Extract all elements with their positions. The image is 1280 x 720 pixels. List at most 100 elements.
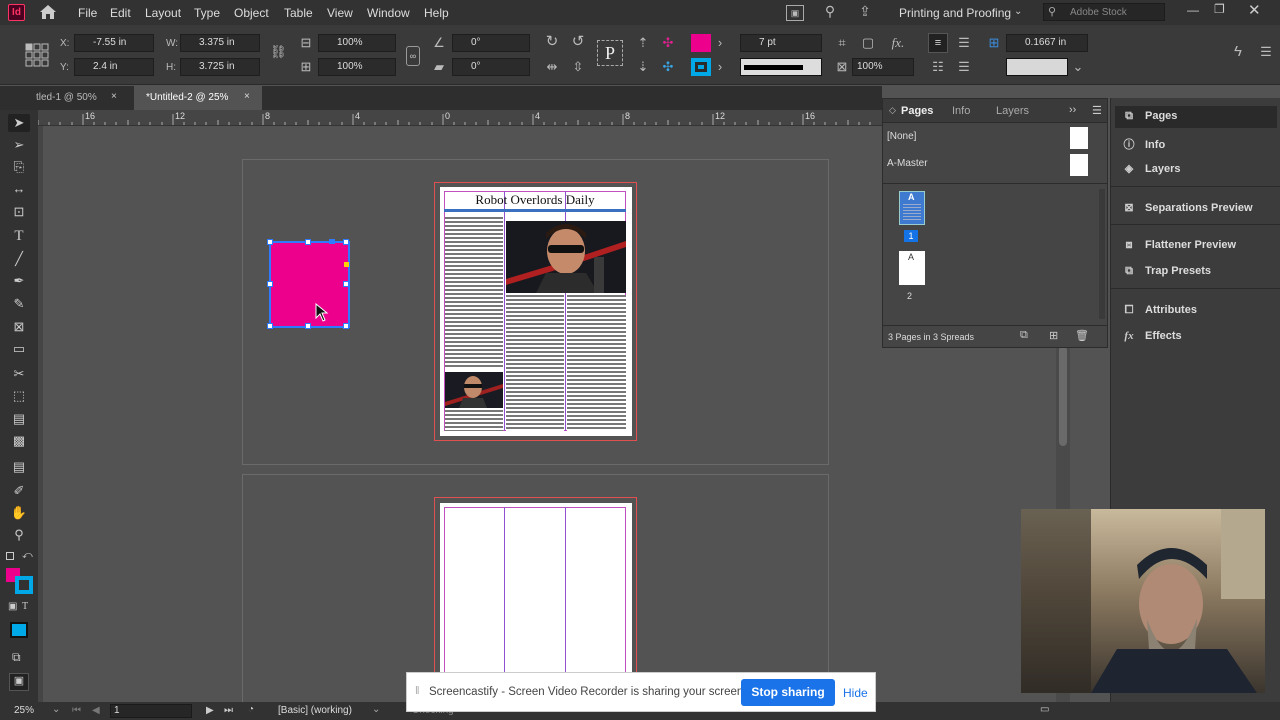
opacity-field[interactable]: 100% xyxy=(852,58,914,76)
menu-file[interactable]: File xyxy=(78,6,97,20)
path-reference-icon[interactable]: P xyxy=(597,40,623,66)
expand-panels-icon[interactable]: ›› xyxy=(1069,104,1076,116)
master-none[interactable]: [None] xyxy=(887,131,916,142)
screen-mode-icon[interactable]: ▣ xyxy=(9,673,29,691)
x-field[interactable]: -7.55 in xyxy=(74,34,154,52)
lightning-icon[interactable]: ϟ xyxy=(1230,44,1246,59)
pen-tool-icon[interactable]: ✒ xyxy=(8,272,30,290)
dock-layers[interactable]: ◈ Layers xyxy=(1121,158,1276,180)
scroll-thumb[interactable] xyxy=(1059,346,1067,446)
type-tool-icon[interactable]: T xyxy=(8,227,30,245)
rotate-cw-icon[interactable]: ↻ xyxy=(544,34,560,49)
flip-vertical-icon[interactable]: ⇳ xyxy=(570,60,586,74)
view-mode-icon[interactable]: ⧉ xyxy=(12,650,21,665)
hand-tool-icon[interactable]: ✋ xyxy=(8,504,30,522)
page-2-thumbnail[interactable]: A xyxy=(899,251,925,285)
y-field[interactable]: 2.4 in xyxy=(74,58,154,76)
chevron-down-icon[interactable]: ⌄ xyxy=(1072,60,1084,74)
selection-handle[interactable] xyxy=(305,323,311,329)
selection-handle[interactable] xyxy=(343,323,349,329)
page-1-thumbnail[interactable]: A xyxy=(899,191,925,225)
fx-icon[interactable]: fx. xyxy=(888,36,908,50)
fill-menu-chevron-icon[interactable]: › xyxy=(714,36,726,50)
page-view-icon[interactable]: ▭ xyxy=(1040,704,1049,715)
close-icon[interactable]: ✕ xyxy=(1248,1,1261,19)
rotate-ccw-icon[interactable]: ↺ xyxy=(570,34,586,49)
select-next-icon[interactable]: ✣ xyxy=(660,60,676,74)
rectangle-tool-icon[interactable]: ▭ xyxy=(8,340,30,358)
stroke-swatch[interactable] xyxy=(691,58,711,76)
next-page-icon[interactable]: ▶ xyxy=(206,705,214,716)
menu-view[interactable]: View xyxy=(327,6,353,20)
align-center-icon[interactable]: ☰ xyxy=(956,36,972,50)
drag-handle-icon[interactable]: ‖ xyxy=(415,685,420,697)
selection-handle[interactable] xyxy=(343,239,349,245)
text-column[interactable] xyxy=(445,410,503,431)
gap-tool-icon[interactable]: ↔ xyxy=(8,180,30,198)
text-column[interactable] xyxy=(445,217,503,367)
crop-icon[interactable]: ⌗ xyxy=(834,36,850,50)
chevron-down-icon[interactable]: ⌄ xyxy=(52,704,60,715)
scale-x-field[interactable]: 100% xyxy=(318,34,396,52)
panel-menu-icon[interactable]: ☰ xyxy=(1092,104,1102,117)
stroke-menu-chevron-icon[interactable]: › xyxy=(714,60,726,74)
dock-separations-preview[interactable]: ⊠ Separations Preview xyxy=(1121,197,1276,219)
default-colors-icon[interactable] xyxy=(6,552,14,560)
page-1-number[interactable]: 1 xyxy=(904,230,918,242)
page-size-icon[interactable]: ⧉ xyxy=(1020,329,1028,342)
selection-handle[interactable] xyxy=(343,281,349,287)
close-tab-icon[interactable]: × xyxy=(111,91,117,102)
gutter-field[interactable]: 0.1667 in xyxy=(1006,34,1088,52)
stroke-type-select[interactable] xyxy=(740,58,822,76)
page-tool-icon[interactable]: ⎘ xyxy=(8,158,30,176)
selection-handle[interactable] xyxy=(267,281,273,287)
object-style-select[interactable] xyxy=(1006,58,1068,76)
dock-pages[interactable]: ⧉ Pages xyxy=(1121,106,1276,128)
delete-page-icon[interactable]: 🗑 xyxy=(1075,329,1089,342)
share-icon[interactable]: ⇪ xyxy=(856,4,874,18)
horizontal-ruler[interactable]: 16 12 8 4 0 4 8 12 16 xyxy=(38,110,882,126)
stroke-weight-field[interactable]: 7 pt xyxy=(740,34,822,52)
menu-object[interactable]: Object xyxy=(234,6,269,20)
select-previous-icon[interactable]: ✣ xyxy=(660,36,676,50)
tab-untitled-1[interactable]: tled-1 @ 50% × xyxy=(36,86,132,110)
frame-fitting-icon[interactable]: ▢ xyxy=(860,36,876,50)
new-page-icon[interactable]: ⊞ xyxy=(1049,329,1058,342)
master-none-thumbnail[interactable] xyxy=(1070,127,1088,149)
menu-layout[interactable]: Layout xyxy=(145,6,181,20)
menu-help[interactable]: Help xyxy=(424,6,449,20)
zoom-level[interactable]: 25% xyxy=(14,705,34,716)
align-bottom-icon[interactable]: ☷ xyxy=(930,60,946,74)
pencil-tool-icon[interactable]: ✎ xyxy=(8,295,30,313)
text-column[interactable] xyxy=(506,295,564,431)
dock-attributes[interactable]: ⧠ Attributes xyxy=(1121,300,1276,322)
screen-mode-icon[interactable]: ▣ xyxy=(786,5,804,21)
constrain-link-icon[interactable]: ⛓ xyxy=(270,45,287,59)
menu-type[interactable]: Type xyxy=(194,6,220,20)
first-page-icon[interactable]: ⏮ xyxy=(72,705,81,716)
dock-effects[interactable]: fx Effects xyxy=(1121,326,1276,348)
magenta-rectangle-frame[interactable] xyxy=(269,241,350,328)
shear-field[interactable]: 0° xyxy=(452,58,530,76)
align-top-icon[interactable]: ≡ xyxy=(928,33,948,53)
restore-icon[interactable]: ❐ xyxy=(1214,2,1225,16)
corner-options-handle[interactable] xyxy=(344,262,349,267)
stock-search-input[interactable]: ⚲ Adobe Stock xyxy=(1043,3,1165,21)
dock-info[interactable]: ⓘ Info xyxy=(1121,132,1276,154)
lightbulb-icon[interactable]: ⚲ xyxy=(822,4,838,18)
selection-handle[interactable] xyxy=(267,239,273,245)
chevron-down-icon[interactable]: ⌄ xyxy=(1014,6,1022,17)
tab-pages[interactable]: Pages xyxy=(901,105,933,117)
select-container-icon[interactable]: ⇡ xyxy=(636,36,650,50)
tab-untitled-2[interactable]: *Untitled-2 @ 25% × xyxy=(134,86,262,110)
swap-colors-icon[interactable]: ⤺ xyxy=(22,550,33,561)
panel-menu-icon[interactable]: ☰ xyxy=(1258,45,1274,59)
tab-layers[interactable]: Layers xyxy=(996,105,1029,117)
fill-swatch[interactable] xyxy=(691,34,711,52)
apply-color-icon[interactable] xyxy=(10,622,28,638)
rectangle-frame-tool-icon[interactable]: ⊠ xyxy=(8,318,30,336)
last-page-icon[interactable]: ⏭ xyxy=(224,705,233,716)
master-a-thumbnail[interactable] xyxy=(1070,154,1088,176)
page-number-field[interactable]: 1 xyxy=(110,704,192,718)
tab-info[interactable]: Info xyxy=(952,105,970,117)
